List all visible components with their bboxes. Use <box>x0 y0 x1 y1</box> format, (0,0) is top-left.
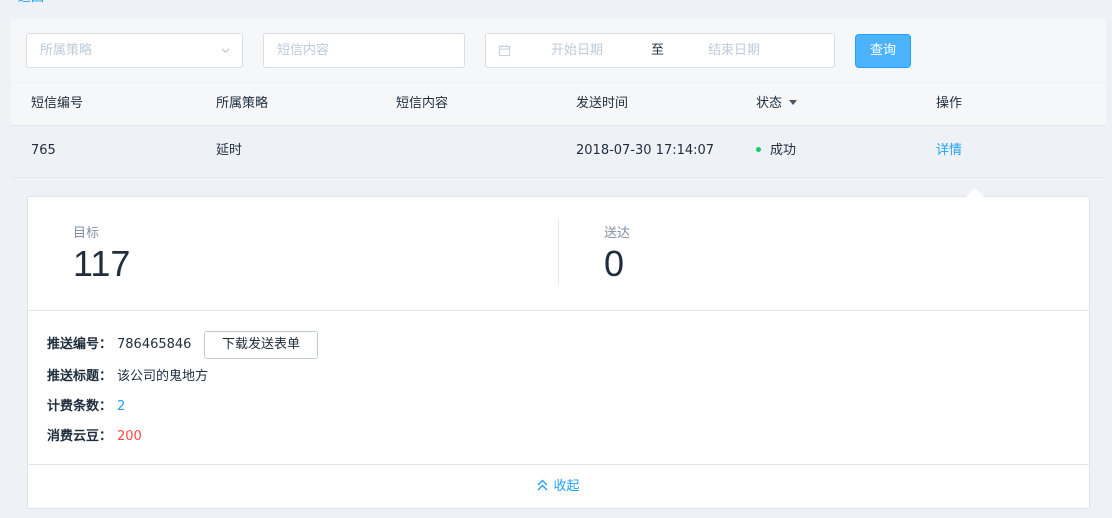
filter-bar: 所属策略 短信内容 开始日期 至 结束日期 查询 <box>11 19 1106 82</box>
status-label: 成功 <box>770 143 797 158</box>
billing-count-value: 2 <box>117 399 126 414</box>
target-label: 目标 <box>73 226 100 241</box>
stats-divider <box>558 220 559 284</box>
collapse-label: 收起 <box>553 479 580 494</box>
push-title-row: 推送标题： 该公司的鬼地方 <box>47 362 208 392</box>
download-send-form-button[interactable]: 下载发送表单 <box>204 331 318 359</box>
sms-table: 短信编号 所属策略 短信内容 发送时间 状态 操作 765 延时 2018-07… <box>11 83 1106 178</box>
cell-send-time: 2018-07-30 17:14:07 <box>576 143 715 158</box>
sms-content-placeholder: 短信内容 <box>277 43 330 58</box>
push-title-label: 推送标题： <box>47 369 113 384</box>
date-separator: 至 <box>651 43 665 58</box>
cell-status: 成功 <box>756 126 796 176</box>
chevron-down-icon <box>221 48 230 54</box>
double-chevron-up-icon <box>537 479 548 491</box>
collapse-button[interactable]: 收起 <box>28 464 1089 508</box>
date-range-picker[interactable]: 开始日期 至 结束日期 <box>485 33 835 68</box>
status-success-dot <box>756 147 761 152</box>
push-title-value: 该公司的鬼地方 <box>117 369 209 384</box>
cell-sms-id: 765 <box>31 143 56 158</box>
billing-count-label: 计费条数： <box>47 399 113 414</box>
strategy-select[interactable]: 所属策略 <box>26 33 243 68</box>
back-link[interactable]: 返回 <box>18 0 44 5</box>
cost-row: 消费云豆： 200 <box>47 422 142 452</box>
table-header: 短信编号 所属策略 短信内容 发送时间 状态 操作 <box>11 83 1106 126</box>
cost-value: 200 <box>117 429 142 444</box>
reached-label: 送达 <box>604 226 631 241</box>
detail-pointer-arrow <box>966 188 984 197</box>
query-button[interactable]: 查询 <box>855 34 911 68</box>
push-id-row: 推送编号： 786465846 <box>47 330 191 360</box>
billing-count-row: 计费条数： 2 <box>47 392 125 422</box>
target-value: 117 <box>73 243 131 284</box>
header-strategy: 所属策略 <box>216 96 269 111</box>
detail-panel: 目标 117 送达 0 推送编号： 786465846 下载发送表单 推送标题： 该… <box>27 196 1090 509</box>
table-row: 765 延时 2018-07-30 17:14:07 成功 详情 <box>11 126 1106 178</box>
cost-label: 消费云豆： <box>47 429 113 444</box>
sms-content-input[interactable]: 短信内容 <box>263 33 465 68</box>
strategy-select-placeholder: 所属策略 <box>40 43 93 58</box>
header-status-label: 状态 <box>756 96 783 111</box>
cell-strategy: 延时 <box>216 143 243 158</box>
detail-link[interactable]: 详情 <box>936 126 962 176</box>
push-id-value: 786465846 <box>117 337 192 352</box>
header-send-time: 发送时间 <box>576 96 629 111</box>
date-start-placeholder[interactable]: 开始日期 <box>551 34 603 67</box>
push-id-label: 推送编号： <box>47 337 113 352</box>
header-sms-content: 短信内容 <box>396 96 449 111</box>
caret-down-icon[interactable] <box>789 100 798 105</box>
calendar-icon <box>498 44 511 57</box>
reached-value: 0 <box>604 243 625 284</box>
header-sms-id: 短信编号 <box>31 96 84 111</box>
header-action: 操作 <box>936 96 963 111</box>
date-end-placeholder[interactable]: 结束日期 <box>708 34 760 67</box>
stats-section: 目标 117 送达 0 <box>28 197 1089 311</box>
header-status[interactable]: 状态 <box>756 83 798 125</box>
